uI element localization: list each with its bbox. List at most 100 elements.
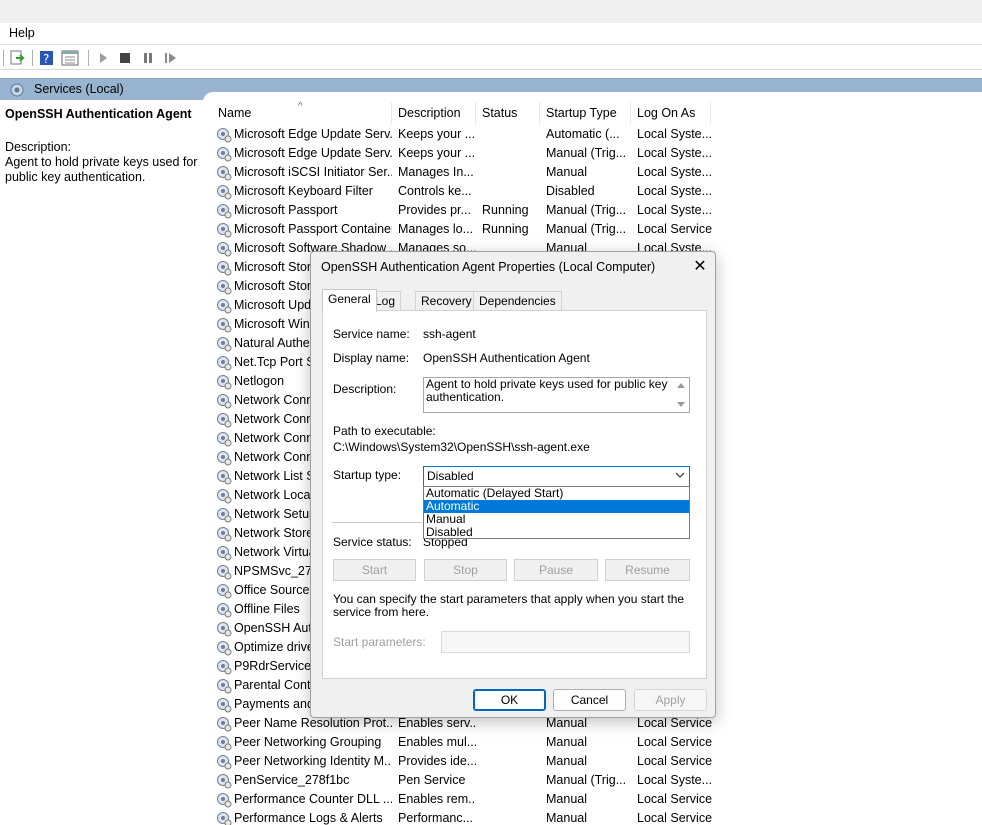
description-label: Description: xyxy=(5,140,71,154)
column-header-name[interactable]: ^ Name xyxy=(212,101,392,124)
column-header-status[interactable]: Status xyxy=(476,102,540,124)
service-gear-icon xyxy=(216,583,232,599)
ok-button[interactable]: OK xyxy=(473,689,546,711)
service-row[interactable]: Microsoft Passport Container Manages lo..… xyxy=(212,221,712,240)
pause-service-icon[interactable] xyxy=(139,49,157,67)
service-description: Performanc... xyxy=(398,811,474,825)
stop-button[interactable]: Stop xyxy=(424,559,507,581)
service-name: PenService_278f1bc xyxy=(234,773,350,787)
service-startup-type: Manual xyxy=(546,811,587,825)
properties-icon[interactable] xyxy=(61,49,79,67)
service-gear-icon xyxy=(216,640,232,656)
service-status-label: Service status: xyxy=(333,535,412,549)
service-startup-type: Manual (Trig... xyxy=(546,146,627,160)
service-gear-icon xyxy=(216,754,232,770)
service-startup-type: Manual xyxy=(546,754,587,768)
service-name: Microsoft Passport Container xyxy=(234,222,392,236)
service-gear-icon xyxy=(216,488,232,504)
startup-type-select[interactable]: Disabled xyxy=(423,466,690,487)
service-log-on-as: Local Service xyxy=(637,792,712,806)
tab-general[interactable]: General xyxy=(322,289,377,312)
toolbar-separator xyxy=(32,50,33,66)
start-params-label: Start parameters: xyxy=(333,635,426,649)
service-gear-icon xyxy=(216,621,232,637)
service-log-on-as: Local Service xyxy=(637,716,712,730)
service-row[interactable]: Microsoft Keyboard Filter Controls ke... D… xyxy=(212,183,712,202)
service-description: Enables serv... xyxy=(398,716,476,730)
help-icon[interactable]: ? xyxy=(38,49,56,67)
service-description: Keeps your ... xyxy=(398,146,476,160)
pause-button[interactable]: Pause xyxy=(514,559,598,581)
startup-type-label: Startup type: xyxy=(333,468,402,482)
start-params-input[interactable] xyxy=(441,631,690,653)
service-gear-icon xyxy=(216,298,232,314)
description-box: Agent to hold private keys used for publ… xyxy=(423,377,690,413)
tab-recovery[interactable]: Recovery xyxy=(415,291,478,311)
service-startup-type: Manual (Trig... xyxy=(546,773,627,787)
service-name: Microsoft iSCSI Initiator Ser... xyxy=(234,165,392,179)
service-log-on-as: Local Service xyxy=(637,754,712,768)
service-row[interactable]: Peer Networking Grouping Enables mul... Ma… xyxy=(212,734,712,753)
service-gear-icon xyxy=(216,127,232,143)
toolbar-separator xyxy=(3,50,4,66)
service-description: Controls ke... xyxy=(398,184,472,198)
service-startup-type: Manual (Trig... xyxy=(546,222,627,236)
service-description: Enables mul... xyxy=(398,735,476,749)
service-status: Running xyxy=(482,203,529,217)
close-icon[interactable]: ✕ xyxy=(689,256,711,278)
display-name-value: OpenSSH Authentication Agent xyxy=(423,351,590,365)
export-list-icon[interactable] xyxy=(8,49,26,67)
service-gear-icon xyxy=(216,773,232,789)
column-header-log-on-as[interactable]: Log On As xyxy=(631,102,711,124)
service-row[interactable]: Microsoft iSCSI Initiator Ser... Manages … xyxy=(212,164,712,183)
service-log-on-as: Local Syste... xyxy=(637,203,712,217)
service-name: Performance Logs & Alerts xyxy=(234,811,383,825)
service-log-on-as: Local Service xyxy=(637,811,712,825)
svg-text:?: ? xyxy=(43,52,49,66)
service-gear-icon xyxy=(216,355,232,371)
resume-button[interactable]: Resume xyxy=(605,559,690,581)
service-name: Peer Name Resolution Prot... xyxy=(234,716,392,730)
service-log-on-as: Local Syste... xyxy=(637,127,712,141)
service-log-on-as: Local Service xyxy=(637,735,712,749)
apply-button[interactable]: Apply xyxy=(634,689,707,711)
tab-dependencies[interactable]: Dependencies xyxy=(473,291,562,311)
toolbar: ? xyxy=(0,46,982,70)
service-gear-icon xyxy=(216,184,232,200)
service-startup-type: Manual xyxy=(546,165,587,179)
chevron-down-icon xyxy=(675,470,685,483)
service-description: Manages lo... xyxy=(398,222,474,236)
service-gear-icon xyxy=(216,716,232,732)
service-gear-icon xyxy=(216,735,232,751)
service-row[interactable]: Performance Counter DLL ... Enables rem..… xyxy=(212,791,712,810)
service-log-on-as: Local Syste... xyxy=(637,773,712,787)
service-gear-icon xyxy=(216,564,232,580)
service-gear-icon xyxy=(216,450,232,466)
path-label: Path to executable: xyxy=(333,424,436,438)
service-row[interactable]: Microsoft Edge Update Serv... Keeps your … xyxy=(212,145,712,164)
dialog-title: OpenSSH Authentication Agent Properties … xyxy=(321,260,656,274)
start-service-icon[interactable] xyxy=(94,49,112,67)
service-row[interactable]: Microsoft Passport Provides pr... Running M… xyxy=(212,202,712,221)
start-button[interactable]: Start xyxy=(333,559,416,581)
start-params-hint: You can specify the start parameters tha… xyxy=(333,592,685,619)
service-name: Microsoft Passport xyxy=(234,203,338,217)
service-name: Microsoft Keyboard Filter xyxy=(234,184,373,198)
stop-service-icon[interactable] xyxy=(116,49,134,67)
service-gear-icon xyxy=(216,222,232,238)
service-name-label: Service name: xyxy=(333,327,410,341)
service-gear-icon xyxy=(216,811,232,825)
menu-help[interactable]: Help xyxy=(9,26,35,40)
service-gear-icon xyxy=(216,678,232,694)
service-gear-icon xyxy=(216,507,232,523)
service-row[interactable]: Microsoft Edge Update Serv... Keeps your … xyxy=(212,126,712,145)
option-disabled[interactable]: Disabled xyxy=(424,526,689,539)
description-scrollbar[interactable] xyxy=(673,378,689,412)
cancel-button[interactable]: Cancel xyxy=(553,689,626,711)
restart-service-icon[interactable] xyxy=(162,49,180,67)
service-row[interactable]: Performance Logs & Alerts Performanc... Ma… xyxy=(212,810,712,825)
column-header-description[interactable]: Description xyxy=(392,102,476,124)
service-row[interactable]: Peer Networking Identity M... Provides id… xyxy=(212,753,712,772)
column-header-startup-type[interactable]: Startup Type xyxy=(540,102,631,124)
service-row[interactable]: PenService_278f1bc Pen Service Manual (Tri… xyxy=(212,772,712,791)
